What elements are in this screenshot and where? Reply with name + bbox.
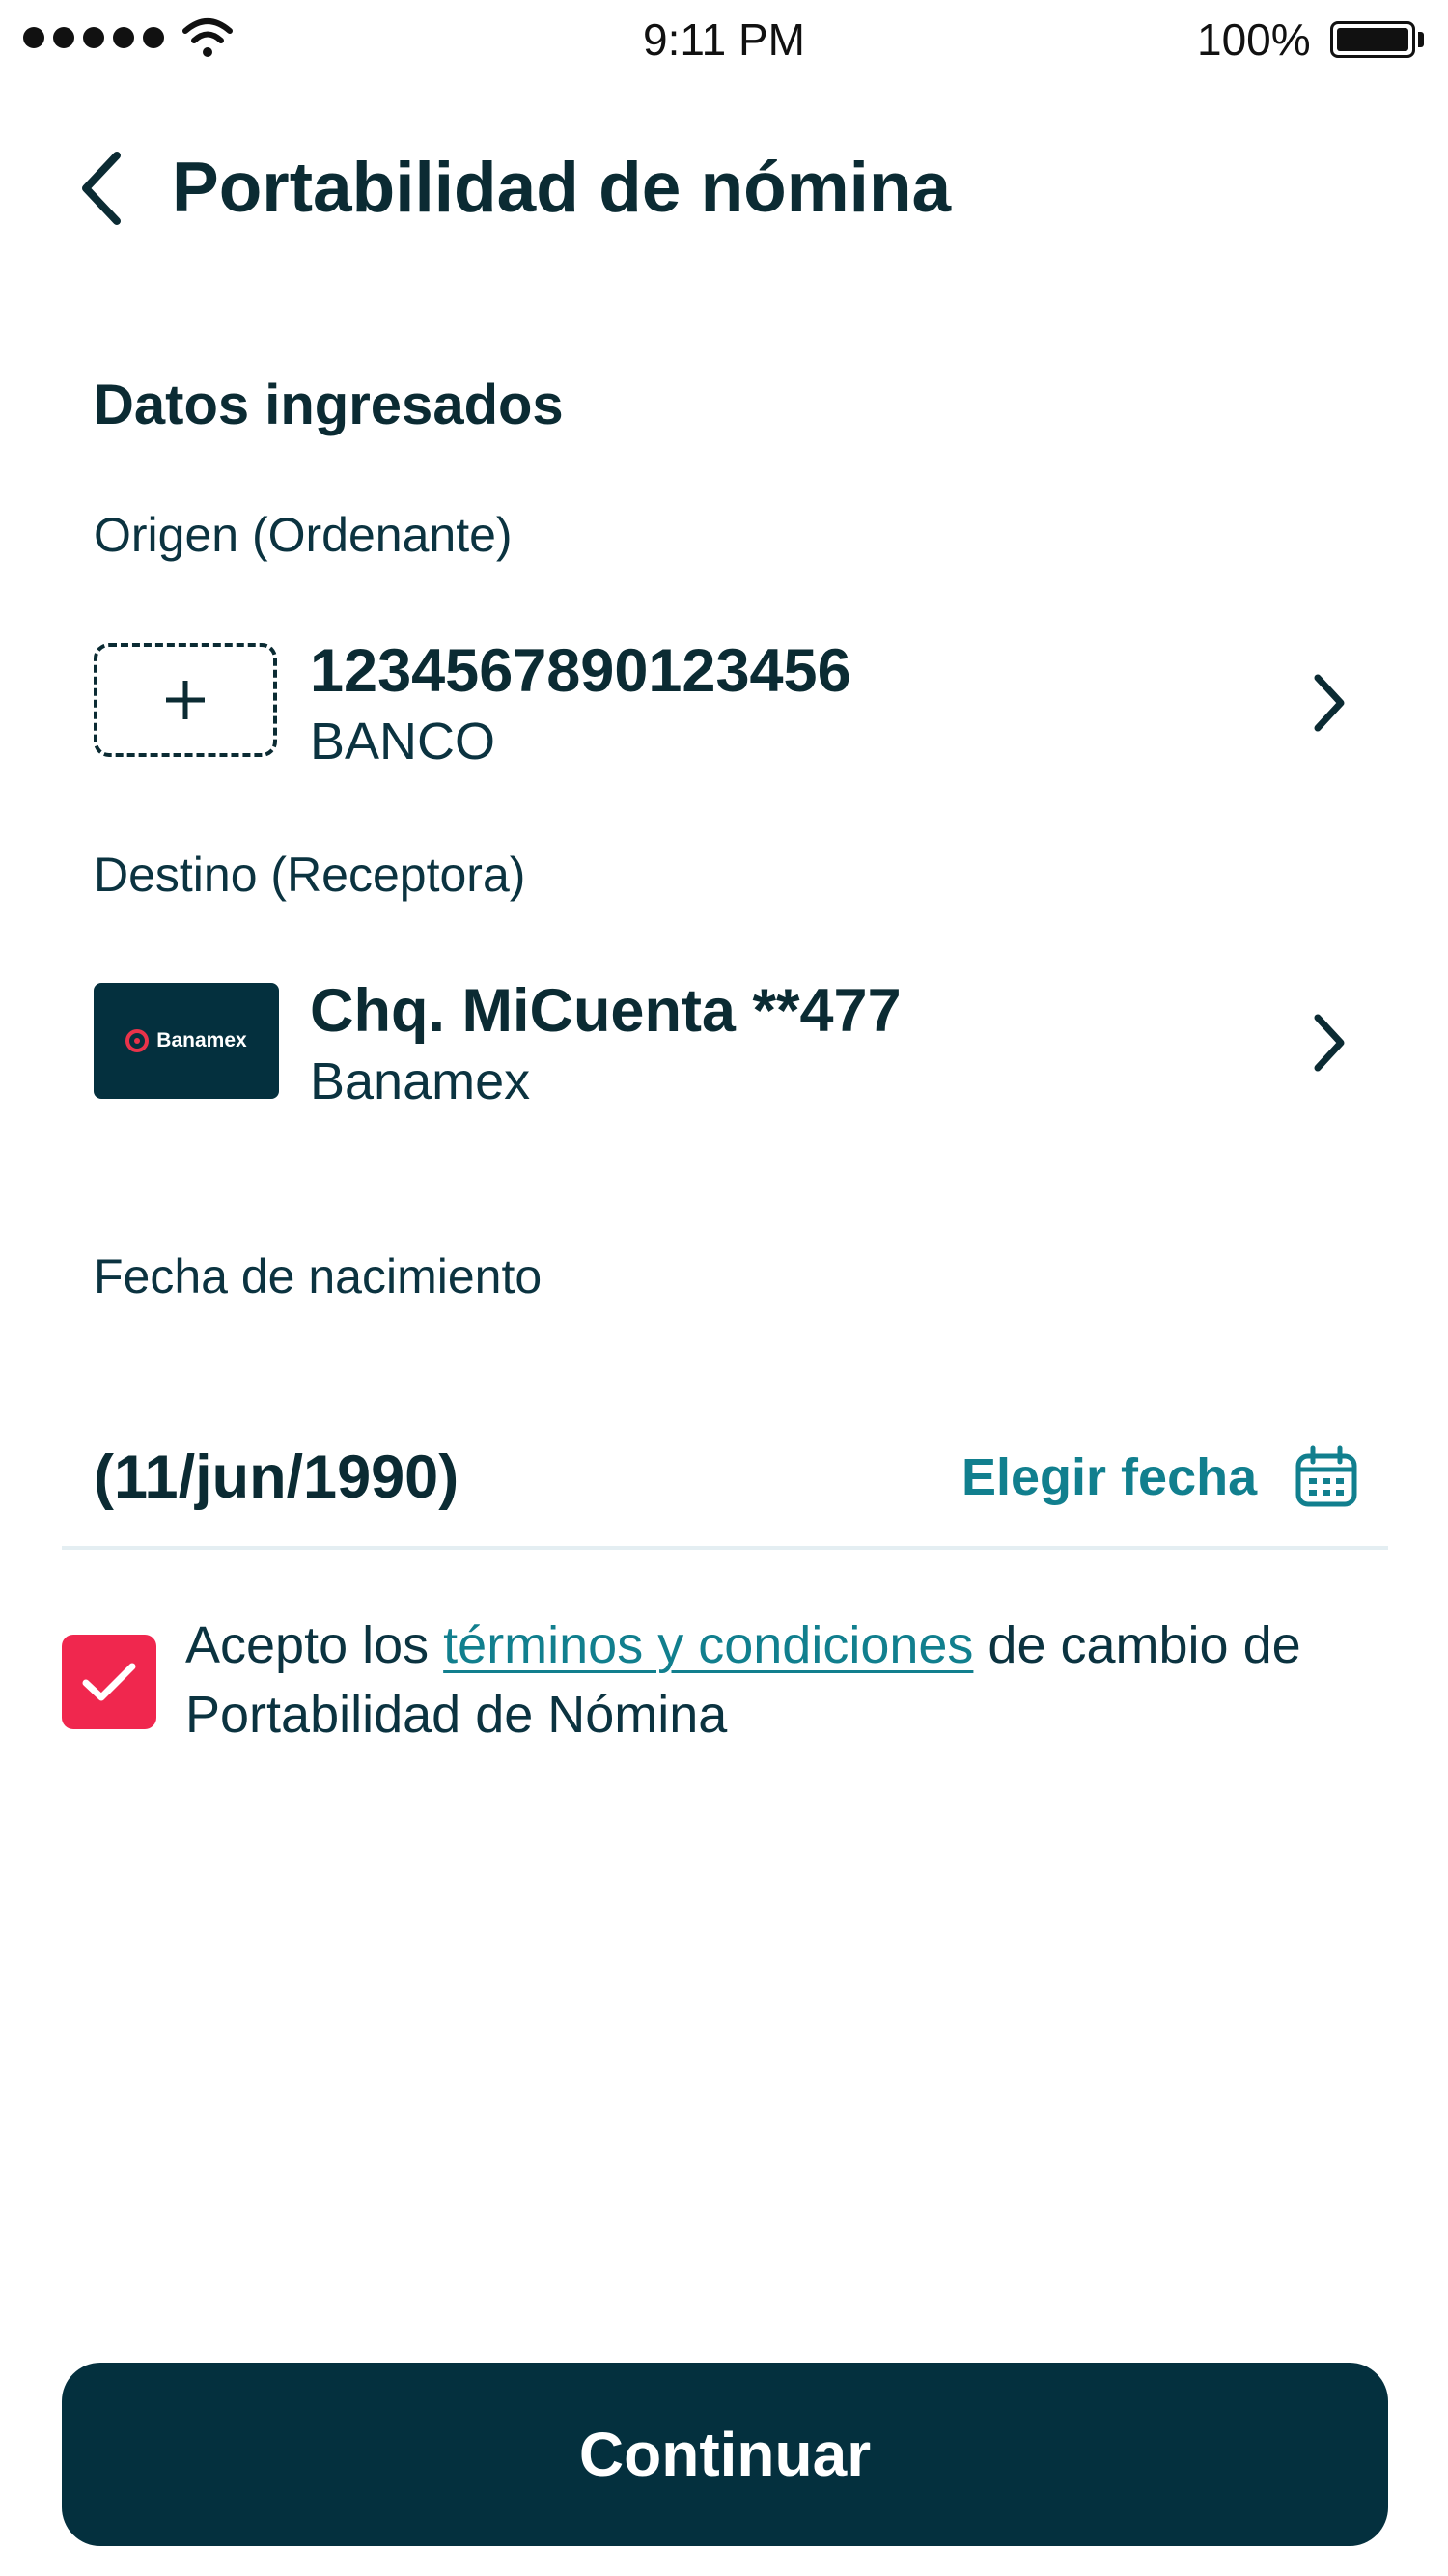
destination-account-name: Chq. MiCuenta **477: [310, 977, 902, 1045]
banamex-logo-icon: [125, 1029, 150, 1052]
birthdate-value: (11/jun/1990): [94, 1443, 459, 1511]
origin-account-number: 1234567890123456: [310, 637, 851, 705]
destination-account-row[interactable]: Banamex Chq. MiCuenta **477 Banamex: [94, 977, 1368, 1110]
page-title: Portabilidad de nómina: [172, 149, 952, 227]
banamex-logo: Banamex: [94, 983, 279, 1099]
section-title: Datos ingresados: [94, 374, 564, 436]
calendar-icon[interactable]: [1294, 1444, 1359, 1515]
banamex-logo-text: Banamex: [156, 1029, 247, 1051]
terms-checkbox[interactable]: [62, 1635, 156, 1729]
destination-bank-name: Banamex: [310, 1052, 531, 1110]
battery-tip: [1418, 32, 1424, 47]
chevron-right-icon: [1314, 674, 1345, 732]
status-bar: 9:11 PM 100%: [0, 0, 1448, 87]
origin-bank-name: BANCO: [310, 713, 496, 770]
birthdate-divider: [62, 1546, 1388, 1550]
continue-button[interactable]: Continuar: [62, 2363, 1388, 2546]
terms-prefix: Acepto los: [185, 1616, 444, 1674]
origin-account-row[interactable]: 1234567890123456 BANCO: [94, 637, 1368, 770]
destination-chevron[interactable]: [1300, 1004, 1358, 1081]
add-origin-bank-button[interactable]: [94, 643, 277, 757]
plus-icon: [166, 681, 205, 719]
battery-percentage: 100%: [1197, 14, 1311, 65]
destination-label: Destino (Receptora): [94, 848, 526, 902]
terms-text: Acepto los términos y condiciones de cam…: [185, 1610, 1382, 1750]
back-chevron-icon: [82, 152, 121, 225]
battery-icon: [1330, 21, 1415, 58]
birthdate-label: Fecha de nacimiento: [94, 1249, 543, 1303]
terms-link[interactable]: términos y condiciones: [443, 1616, 973, 1674]
origin-chevron[interactable]: [1300, 664, 1358, 742]
back-button[interactable]: [68, 145, 135, 232]
checkmark-icon: [82, 1663, 136, 1701]
origin-label: Origen (Ordenante): [94, 508, 513, 562]
choose-date-link[interactable]: Elegir fecha: [961, 1443, 1257, 1511]
chevron-right-icon: [1314, 1014, 1345, 1072]
